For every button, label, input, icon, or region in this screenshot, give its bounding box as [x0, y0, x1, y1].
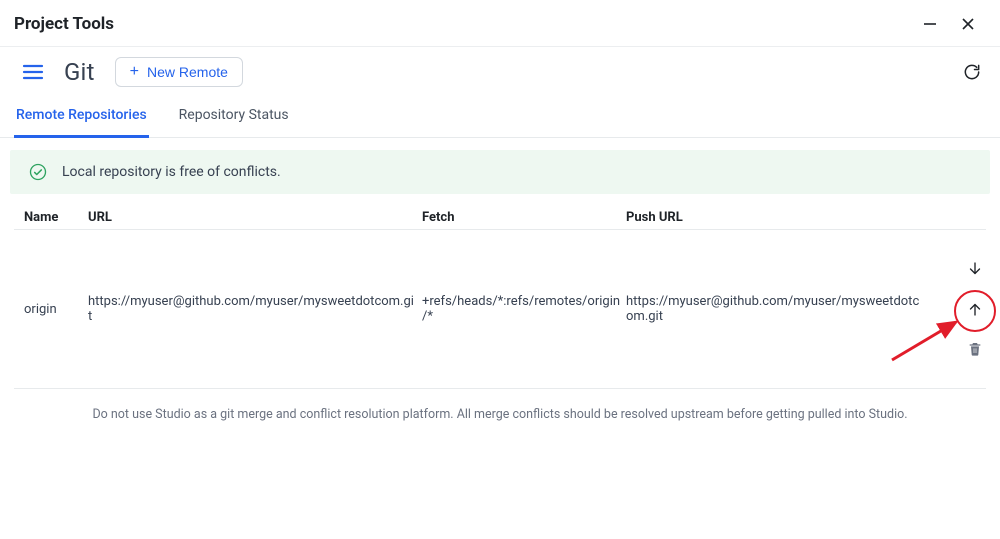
- row-actions: [964, 258, 990, 360]
- tab-label: Remote Repositories: [16, 107, 147, 123]
- close-icon[interactable]: [960, 16, 976, 32]
- minimize-icon[interactable]: [922, 16, 938, 32]
- titlebar: Project Tools: [0, 0, 1000, 47]
- window-controls: [922, 16, 984, 32]
- col-url: URL: [88, 210, 418, 225]
- pull-icon[interactable]: [964, 258, 986, 280]
- col-push-url: Push URL: [626, 210, 926, 225]
- refresh-icon[interactable]: [962, 62, 982, 82]
- check-circle-icon: [28, 162, 48, 182]
- status-banner: Local repository is free of conflicts.: [10, 150, 990, 194]
- footer-note: Do not use Studio as a git merge and con…: [0, 389, 1000, 422]
- page-title: Git: [64, 58, 95, 86]
- remotes-table: Name URL Fetch Push URL origin https://m…: [0, 194, 1000, 389]
- new-remote-button[interactable]: + New Remote: [115, 57, 243, 87]
- cell-push-url: https://myuser@github.com/myuser/mysweet…: [626, 294, 926, 324]
- tab-remote-repositories[interactable]: Remote Repositories: [14, 97, 149, 138]
- table-row: origin https://myuser@github.com/myuser/…: [14, 230, 986, 389]
- tabs: Remote Repositories Repository Status: [0, 97, 1000, 138]
- toolbar: Git + New Remote: [0, 47, 1000, 97]
- status-message: Local repository is free of conflicts.: [62, 164, 281, 180]
- new-remote-label: New Remote: [147, 64, 228, 80]
- col-fetch: Fetch: [422, 210, 622, 225]
- trash-icon[interactable]: [964, 338, 986, 360]
- menu-icon[interactable]: [22, 63, 44, 81]
- plus-icon: +: [130, 64, 139, 80]
- push-icon[interactable]: [964, 298, 986, 320]
- toolbar-left: Git + New Remote: [22, 57, 243, 87]
- tab-label: Repository Status: [179, 107, 289, 123]
- cell-fetch: +refs/heads/*:refs/remotes/origin/*: [422, 294, 622, 324]
- cell-name: origin: [24, 302, 84, 317]
- col-name: Name: [24, 210, 84, 225]
- window-title: Project Tools: [14, 14, 114, 34]
- cell-url: https://myuser@github.com/myuser/mysweet…: [88, 294, 418, 324]
- table-header: Name URL Fetch Push URL: [14, 194, 986, 230]
- tab-repository-status[interactable]: Repository Status: [177, 97, 291, 138]
